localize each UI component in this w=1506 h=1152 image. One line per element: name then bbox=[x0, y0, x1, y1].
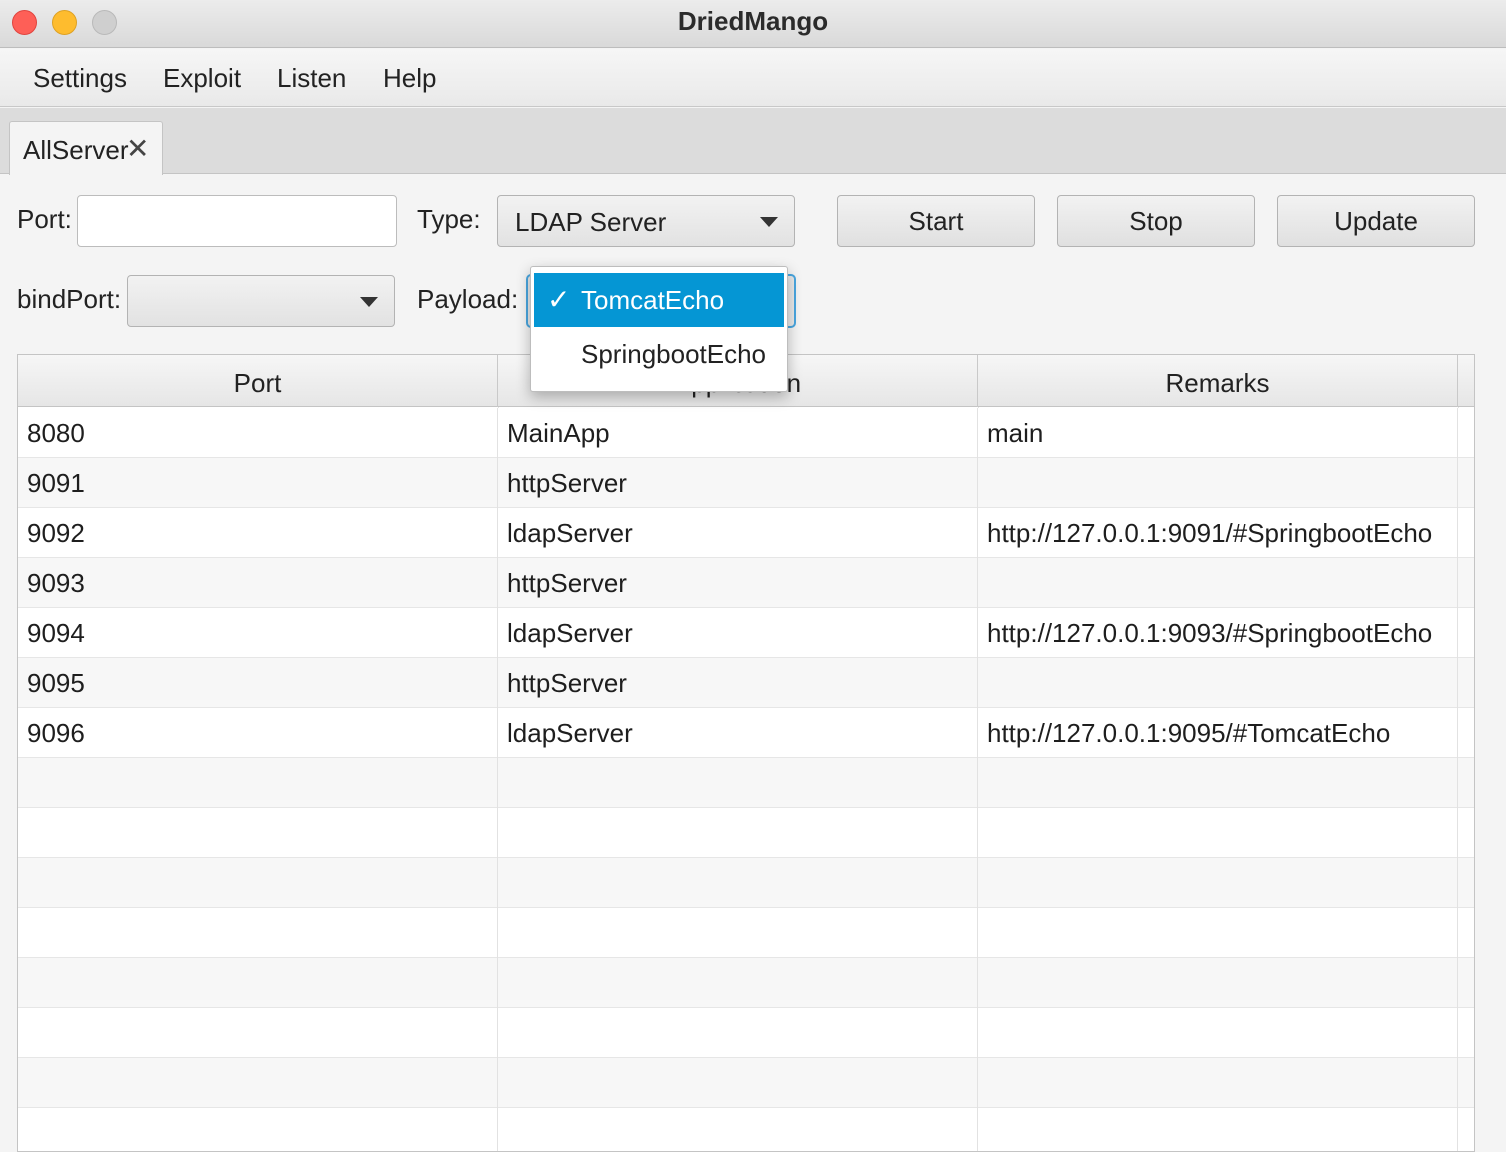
port-input[interactable] bbox=[77, 195, 397, 247]
menu-bar: Settings Exploit Listen Help bbox=[0, 49, 1506, 107]
port-cell bbox=[18, 758, 498, 808]
table-row[interactable]: 9092 ldapServer http://127.0.0.1:9091/#Spr… bbox=[18, 508, 1474, 558]
stop-button[interactable]: Stop bbox=[1057, 195, 1255, 247]
payload-option-label: TomcatEcho bbox=[581, 285, 725, 315]
tab-close-icon[interactable]: ✕ bbox=[126, 132, 149, 165]
menu-exploit[interactable]: Exploit bbox=[163, 63, 241, 94]
empty-table-row[interactable] bbox=[18, 1108, 1474, 1151]
remarks-cell bbox=[978, 808, 1458, 858]
window-title: DriedMango bbox=[677, 6, 829, 36]
port-cell: 9092 bbox=[18, 508, 498, 558]
type-select-value: LDAP Server bbox=[515, 207, 667, 237]
port-cell bbox=[18, 808, 498, 858]
empty-table-row[interactable] bbox=[18, 758, 1474, 808]
table-row[interactable]: 9095 httpServer bbox=[18, 658, 1474, 708]
table-row[interactable]: 8080 MainApp main bbox=[18, 408, 1474, 458]
bindport-select[interactable] bbox=[127, 275, 395, 327]
empty-table-row[interactable] bbox=[18, 858, 1474, 908]
menu-settings[interactable]: Settings bbox=[33, 63, 127, 94]
port-cell bbox=[18, 958, 498, 1008]
application-cell: httpServer bbox=[498, 658, 978, 708]
table-row[interactable]: 9096 ldapServer http://127.0.0.1:9095/#Tom… bbox=[18, 708, 1474, 758]
application-cell bbox=[498, 758, 978, 808]
port-cell: 9093 bbox=[18, 558, 498, 608]
chevron-down-icon bbox=[760, 217, 778, 227]
table-row[interactable]: 9091 httpServer bbox=[18, 458, 1474, 508]
port-cell bbox=[18, 1008, 498, 1058]
remarks-cell bbox=[978, 558, 1458, 608]
server-table: Port Application Remarks 8080MainAppmain… bbox=[17, 354, 1475, 1152]
chevron-down-icon bbox=[360, 297, 378, 307]
port-label: Port: bbox=[17, 204, 72, 234]
remarks-cell bbox=[978, 1108, 1458, 1151]
remarks-cell: http://127.0.0.1:9093/#SpringbootEcho bbox=[978, 608, 1458, 658]
remarks-cell bbox=[978, 1008, 1458, 1058]
empty-table-row[interactable] bbox=[18, 958, 1474, 1008]
payload-dropdown-menu: ✓ TomcatEcho SpringbootEcho bbox=[530, 266, 788, 392]
port-cell: 9091 bbox=[18, 458, 498, 508]
remarks-cell: http://127.0.0.1:9091/#SpringbootEcho bbox=[978, 508, 1458, 558]
application-cell bbox=[498, 1058, 978, 1108]
empty-table-row[interactable] bbox=[18, 808, 1474, 858]
application-cell: ldapServer bbox=[498, 608, 978, 658]
remarks-cell bbox=[978, 858, 1458, 908]
remarks-cell bbox=[978, 458, 1458, 508]
remarks-cell: http://127.0.0.1:9095/#TomcatEcho bbox=[978, 708, 1458, 758]
port-cell: 9095 bbox=[18, 658, 498, 708]
table-row[interactable]: 9093 httpServer bbox=[18, 558, 1474, 608]
type-label: Type: bbox=[417, 204, 481, 234]
remarks-cell bbox=[978, 658, 1458, 708]
application-cell bbox=[498, 858, 978, 908]
table-body: 8080 MainApp main 9091 httpServer 9092 ldapSer… bbox=[18, 408, 1474, 1151]
port-cell bbox=[18, 858, 498, 908]
application-cell: MainApp bbox=[498, 408, 978, 458]
application-cell: httpServer bbox=[498, 558, 978, 608]
remarks-cell bbox=[978, 908, 1458, 958]
table-row[interactable]: 9094 ldapServer http://127.0.0.1:9093/#Spr… bbox=[18, 608, 1474, 658]
tab-allserver[interactable]: AllServer ✕ bbox=[9, 121, 163, 175]
bindport-label: bindPort: bbox=[17, 284, 122, 314]
application-cell bbox=[498, 808, 978, 858]
port-cell: 8080 bbox=[18, 408, 498, 458]
column-header-port[interactable]: Port bbox=[18, 355, 498, 407]
remarks-cell bbox=[978, 758, 1458, 808]
port-cell bbox=[18, 1108, 498, 1151]
application-cell bbox=[498, 1008, 978, 1058]
application-cell: httpServer bbox=[498, 458, 978, 508]
payload-label: Payload: bbox=[417, 284, 519, 314]
column-header-remarks[interactable]: Remarks bbox=[978, 355, 1458, 407]
menu-listen[interactable]: Listen bbox=[277, 63, 346, 94]
tab-strip: AllServer ✕ bbox=[0, 108, 1506, 175]
empty-table-row[interactable] bbox=[18, 1058, 1474, 1108]
application-cell: ldapServer bbox=[498, 508, 978, 558]
port-cell bbox=[18, 1058, 498, 1108]
application-cell: ldapServer bbox=[498, 708, 978, 758]
remarks-cell bbox=[978, 1058, 1458, 1108]
port-cell: 9094 bbox=[18, 608, 498, 658]
port-cell bbox=[18, 908, 498, 958]
start-button[interactable]: Start bbox=[837, 195, 1035, 247]
remarks-cell: main bbox=[978, 408, 1458, 458]
port-cell: 9096 bbox=[18, 708, 498, 758]
title-bar: DriedMango bbox=[0, 0, 1506, 48]
payload-option-springbootecho[interactable]: SpringbootEcho bbox=[534, 327, 784, 381]
checkmark-icon: ✓ bbox=[547, 284, 571, 315]
payload-option-label: SpringbootEcho bbox=[581, 339, 767, 369]
tab-label: AllServer bbox=[23, 135, 129, 165]
type-select[interactable]: LDAP Server bbox=[497, 195, 795, 247]
application-cell bbox=[498, 958, 978, 1008]
payload-option-tomcatecho[interactable]: ✓ TomcatEcho bbox=[534, 273, 784, 327]
application-cell bbox=[498, 908, 978, 958]
empty-table-row[interactable] bbox=[18, 1008, 1474, 1058]
update-button[interactable]: Update bbox=[1277, 195, 1475, 247]
empty-table-row[interactable] bbox=[18, 908, 1474, 958]
menu-help[interactable]: Help bbox=[383, 63, 436, 94]
remarks-cell bbox=[978, 958, 1458, 1008]
application-cell bbox=[498, 1108, 978, 1151]
